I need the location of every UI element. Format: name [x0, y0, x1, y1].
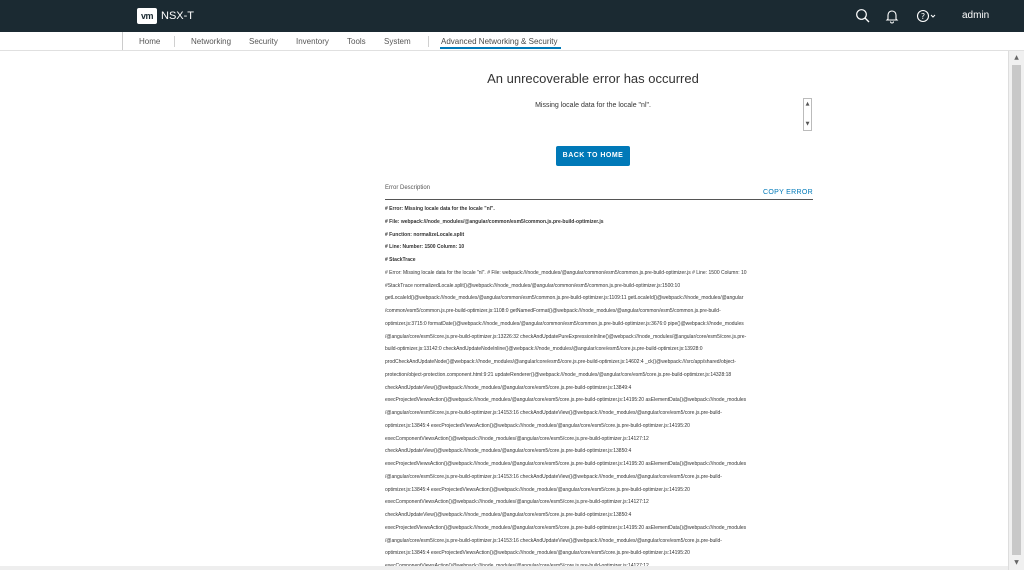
trace-line: # Line: Number: 1500 Column: 10 [385, 244, 465, 251]
description-divider [385, 199, 813, 200]
bell-icon[interactable] [884, 8, 900, 24]
trace-line: # StackTrace [385, 257, 416, 263]
stack-trace: # Error: Missing locale data for the loc… [385, 203, 805, 573]
page-scrollbar[interactable]: ▲ ▼ [1008, 51, 1024, 570]
scroll-up-icon[interactable]: ▲ [1009, 52, 1024, 64]
trace-line: execComponentViewsAction()@webpack:///no… [385, 435, 649, 442]
scroll-up-icon[interactable]: ▲ [804, 100, 811, 109]
app-title[interactable]: NSX-T [161, 9, 194, 23]
trace-line: optimizer.js:13845:4 execProjectedViewsA… [385, 422, 690, 429]
trace-line: # Error: Missing locale data for the loc… [385, 206, 495, 212]
trace-line: execComponentViewsAction()@webpack:///no… [385, 499, 649, 506]
trace-line: protection/object-protection.component.h… [385, 371, 732, 378]
tab-tools[interactable]: Tools [347, 36, 366, 47]
tab-security[interactable]: Security [249, 36, 278, 47]
scroll-down-icon[interactable]: ▼ [1009, 557, 1024, 569]
message-scrollbar[interactable]: ▲ ▼ [803, 98, 812, 131]
error-message-box: Missing locale data for the locale "nl".… [385, 96, 813, 131]
svg-text:?: ? [921, 12, 925, 21]
active-tab-indicator [440, 47, 561, 49]
trace-line: # Error: Missing locale data for the loc… [385, 269, 747, 276]
nav-separator [174, 36, 175, 47]
trace-line: /@angular/core/esm5/core.js.pre-build-op… [385, 410, 722, 416]
trace-line: execProjectedViewsAction()@webpack:///no… [385, 524, 747, 531]
trace-line: execProjectedViewsAction()@webpack:///no… [385, 397, 747, 404]
nav-left-border [122, 32, 123, 51]
error-title: An unrecoverable error has occurred [487, 71, 699, 86]
nav-divider [0, 50, 1024, 51]
trace-line: build-optimizer.js:13142:0 checkAndUpdat… [385, 346, 703, 353]
trace-line: checkAndUpdateView()@webpack:///node_mod… [385, 512, 632, 518]
trace-line: #StackTrace normalizedLocale.split()@web… [385, 282, 681, 289]
error-description-label: Error Description [385, 185, 431, 191]
tab-networking[interactable]: Networking [191, 36, 231, 47]
tab-advanced-networking-security[interactable]: Advanced Networking & Security [441, 36, 558, 47]
trace-line: # File: webpack:///node_modules/@angular… [385, 218, 604, 225]
trace-line: optimizer.js:13845:4 execProjectedViewsA… [385, 486, 690, 493]
app-header: vm NSX-T ? admin [0, 0, 1024, 32]
search-icon[interactable] [855, 8, 871, 24]
tab-inventory[interactable]: Inventory [296, 36, 329, 47]
tab-home[interactable]: Home [139, 36, 160, 47]
trace-line: checkAndUpdateView()@webpack:///node_mod… [385, 448, 632, 455]
scrollbar-thumb[interactable] [1012, 65, 1021, 555]
trace-line: /@angular/core/esm5/core.js.pre-build-op… [385, 537, 722, 544]
trace-line: optimizer.js:13845:4 execProjectedViewsA… [385, 550, 690, 557]
trace-line: prodCheckAndUpdateNode()@webpack:///node… [385, 359, 736, 365]
user-menu[interactable]: admin [962, 9, 989, 23]
trace-line: execProjectedViewsAction()@webpack:///no… [385, 461, 747, 467]
trace-line: checkAndUpdateView()@webpack:///node_mod… [385, 384, 632, 391]
tab-system[interactable]: System [384, 36, 411, 47]
trace-line: /@angular/core/esm5/core.js.pre-build-op… [385, 333, 747, 340]
scroll-down-icon[interactable]: ▼ [804, 120, 811, 129]
trace-line: /@angular/core/esm5/core.js.pre-build-op… [385, 473, 722, 480]
help-icon[interactable]: ? [916, 8, 940, 24]
horizontal-scrollbar[interactable] [0, 566, 1008, 570]
nav-separator [428, 36, 429, 47]
trace-line: getLocaleId()@webpack:///node_modules/@a… [385, 295, 744, 302]
trace-line: optimizer.js:3715:0 formatDate()@webpack… [385, 320, 744, 327]
trace-line: /common/esm5/common.js.pre-build-optimiz… [385, 308, 721, 314]
back-to-home-button[interactable]: BACK TO HOME [556, 146, 630, 166]
vmware-logo[interactable]: vm [137, 8, 157, 24]
error-message: Missing locale data for the locale "nl". [535, 102, 651, 109]
copy-error-button[interactable]: COPY ERROR [763, 188, 813, 197]
trace-line: # Function: normalizeLocale.split [385, 231, 465, 238]
